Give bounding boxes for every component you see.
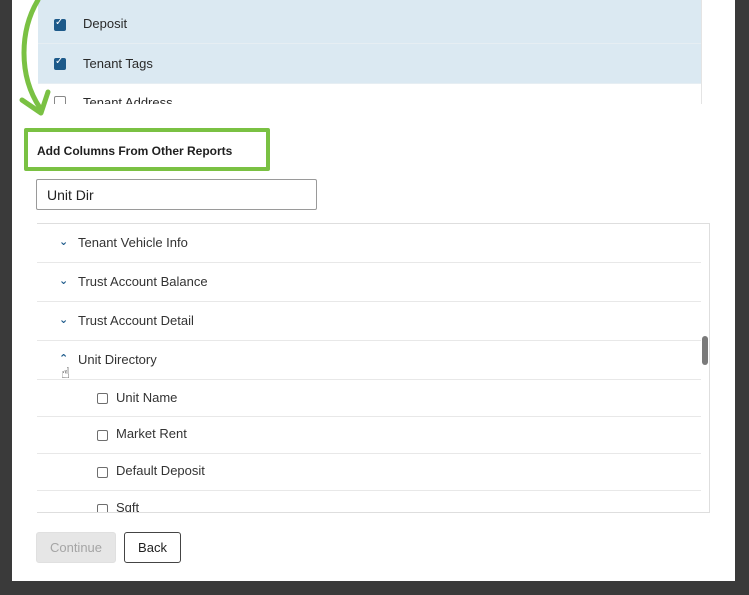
selected-columns-list: ✓ Deposit ✓ Tenant Tags Tenant Address xyxy=(38,0,702,104)
chevron-down-icon[interactable]: ⌄ xyxy=(59,235,68,248)
subcolumn-market-rent[interactable]: Market Rent xyxy=(37,417,701,454)
report-label: Trust Account Balance xyxy=(78,274,208,289)
column-row-deposit[interactable]: ✓ Deposit xyxy=(38,0,701,44)
back-button[interactable]: Back xyxy=(124,532,181,563)
report-item-tenant-vehicle-info[interactable]: ⌄ Tenant Vehicle Info xyxy=(37,224,701,263)
subcolumn-label: Default Deposit xyxy=(116,463,205,478)
annotation-arrow-icon xyxy=(19,0,51,116)
column-label: Tenant Address xyxy=(83,95,173,104)
checkbox-unchecked[interactable] xyxy=(97,430,108,441)
checkbox-unchecked[interactable] xyxy=(97,467,108,478)
report-tree: ⌄ Tenant Vehicle Info ⌄ Trust Account Ba… xyxy=(37,223,710,513)
column-label: Deposit xyxy=(83,16,128,31)
report-label: Unit Directory xyxy=(78,352,157,367)
continue-button[interactable]: Continue xyxy=(36,532,116,563)
checkbox-unchecked[interactable] xyxy=(97,504,108,512)
subcolumn-sqft[interactable]: Sqft xyxy=(37,491,701,513)
chevron-down-icon[interactable]: ⌄ xyxy=(59,274,68,287)
chevron-down-icon[interactable]: ⌄ xyxy=(59,313,68,326)
column-row-tenant-address[interactable]: Tenant Address xyxy=(38,84,701,104)
section-title: Add Columns From Other Reports xyxy=(37,144,233,158)
subcolumn-label: Sqft xyxy=(116,500,140,513)
hand-cursor-icon: ☝ xyxy=(61,364,71,382)
subcolumn-unit-name[interactable]: Unit Name xyxy=(37,380,701,417)
column-row-tenant-tags[interactable]: ✓ Tenant Tags xyxy=(38,44,701,84)
subcolumn-default-deposit[interactable]: Default Deposit xyxy=(37,454,701,491)
report-label: Trust Account Detail xyxy=(78,313,194,328)
subcolumn-label: Market Rent xyxy=(116,426,187,441)
report-item-trust-account-balance[interactable]: ⌄ Trust Account Balance xyxy=(37,263,701,302)
column-label: Tenant Tags xyxy=(83,56,153,71)
checkbox-unchecked[interactable] xyxy=(97,393,108,404)
report-item-trust-account-detail[interactable]: ⌄ Trust Account Detail xyxy=(37,302,701,341)
subcolumn-label: Unit Name xyxy=(116,390,178,405)
scrollbar-thumb[interactable] xyxy=(702,336,708,365)
report-label: Tenant Vehicle Info xyxy=(78,235,188,250)
report-item-unit-directory[interactable]: ⌃ Unit Directory xyxy=(37,341,701,380)
report-search-input[interactable] xyxy=(36,179,317,210)
